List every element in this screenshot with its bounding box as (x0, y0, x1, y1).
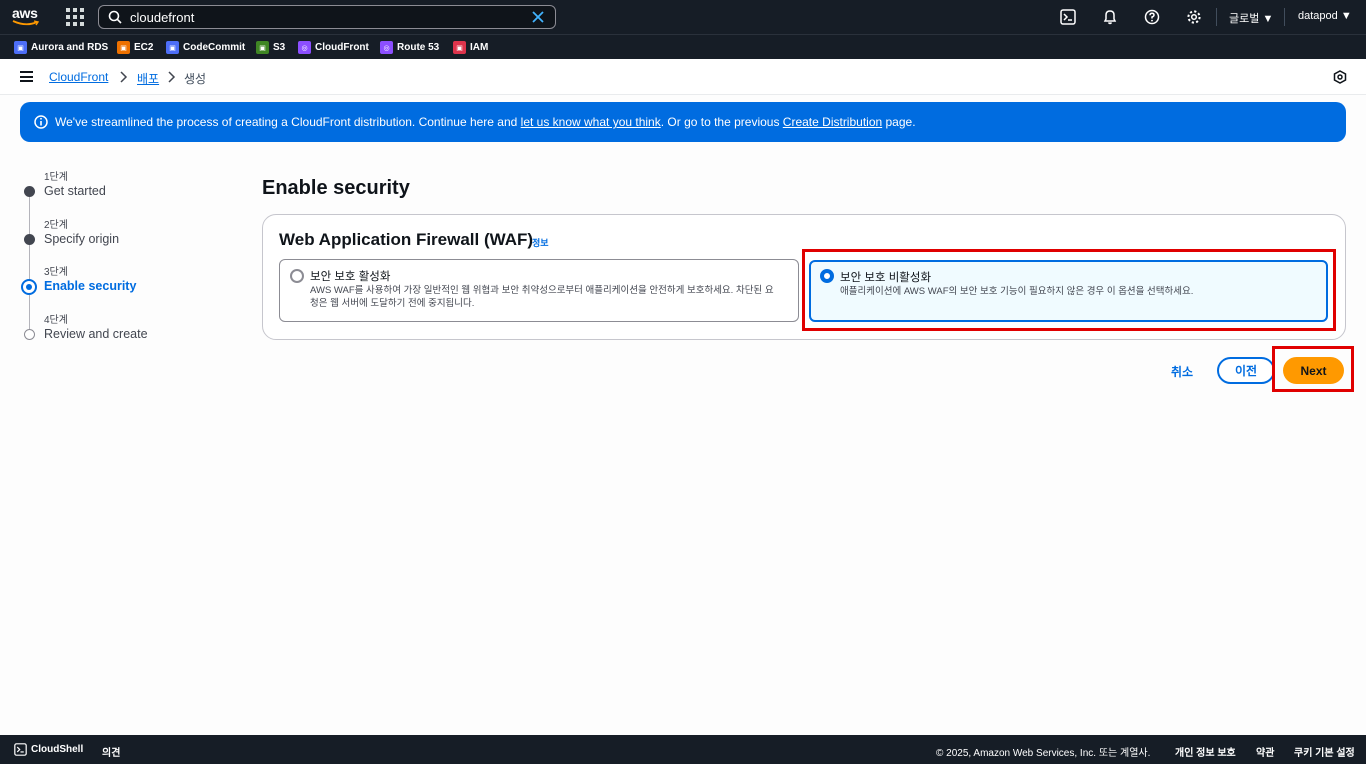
iam-icon: ▣ (453, 41, 466, 54)
radio-enable-protection[interactable] (290, 269, 304, 283)
account-menu[interactable]: datapod ▼ (1298, 10, 1352, 22)
search-value: cloudefront (130, 9, 195, 25)
step-specify-origin[interactable]: Specify origin (44, 232, 119, 246)
region-selector[interactable]: 글로벌 ▼ (1229, 10, 1273, 26)
feedback-link[interactable]: let us know what you think (521, 115, 661, 129)
aws-logo-text: aws (12, 5, 38, 21)
tools-panel-icon[interactable] (1333, 70, 1347, 84)
favorites-bar: ▣ Aurora and RDS ▣ EC2 ▣ CodeCommit ▣ S3 ◎ Cl… (0, 34, 1366, 59)
breadcrumb-distributions[interactable]: 배포 (137, 70, 159, 87)
chevron-right-icon (120, 71, 128, 83)
s3-icon: ▣ (256, 41, 269, 54)
ec2-icon: ▣ (117, 41, 130, 54)
waf-panel-title: Web Application Firewall (WAF) (279, 230, 534, 249)
favorite-item[interactable]: ▣ Aurora and RDS (14, 41, 108, 54)
caret-down-icon: ▼ (1262, 13, 1274, 25)
favorite-item[interactable]: ▣ CodeCommit (166, 41, 245, 54)
top-navigation: aws cloudefront 글로벌 ▼ datapod ▼ (0, 0, 1366, 34)
feedback-link[interactable]: 의견 (102, 744, 120, 759)
search-input[interactable]: cloudefront (98, 5, 556, 29)
favorite-label: Route 53 (397, 42, 440, 53)
option-enable-protection[interactable]: 보안 보호 활성화 AWS WAF를 사용하여 가장 일반적인 웹 위협과 보안… (279, 259, 799, 322)
help-icon[interactable] (1144, 9, 1160, 25)
highlight-annotation (1272, 346, 1354, 392)
footer: CloudShell 의견 © 2025, Amazon Web Service… (0, 735, 1366, 764)
favorite-label: IAM (470, 42, 489, 53)
step-number: 2단계 (44, 220, 68, 231)
terms-link[interactable]: 약관 (1256, 744, 1274, 759)
step-number: 1단계 (44, 172, 68, 183)
step-get-started[interactable]: Get started (44, 184, 106, 198)
option-description: AWS WAF를 사용하여 가장 일반적인 웹 위협과 보안 취약성으로부터 애… (310, 285, 774, 296)
highlight-annotation (802, 249, 1336, 331)
page-title: Enable security (262, 177, 410, 199)
banner-text-part: . Or go to the previous (660, 115, 783, 129)
step-indicator (24, 234, 35, 245)
cloudshell-link[interactable]: CloudShell (31, 744, 83, 755)
favorite-label: CodeCommit (183, 42, 246, 53)
option-description: 청은 웹 서버에 도달하기 전에 중지됩니다. (310, 298, 475, 309)
step-number: 3단계 (44, 267, 68, 278)
step-enable-security: Enable security (44, 279, 137, 293)
step-indicator (24, 186, 35, 197)
favorite-label: Aurora and RDS (31, 42, 109, 53)
services-grid-icon[interactable] (66, 8, 84, 26)
favorite-item[interactable]: ▣ IAM (453, 41, 488, 54)
banner-text-part: page. (882, 115, 916, 129)
favorite-item[interactable]: ▣ EC2 (117, 41, 153, 54)
info-link[interactable]: 정보 (532, 236, 549, 249)
previous-button[interactable]: 이전 (1217, 357, 1275, 384)
menu-hamburger-icon[interactable] (20, 71, 33, 82)
account-label: datapod (1298, 10, 1338, 22)
favorite-item[interactable]: ◎ CloudFront (298, 41, 369, 54)
step-indicator (24, 329, 35, 340)
caret-down-icon: ▼ (1340, 10, 1352, 22)
breadcrumb-bar: CloudFront 배포 생성 (0, 59, 1366, 95)
clear-search-icon[interactable] (531, 10, 545, 24)
cloudshell-icon (14, 743, 27, 756)
option-title: 보안 보호 활성화 (310, 271, 391, 283)
step-connector (29, 295, 30, 329)
create-distribution-link[interactable]: Create Distribution (783, 115, 882, 129)
privacy-link[interactable]: 개인 정보 보호 (1175, 744, 1236, 759)
step-indicator-active (21, 279, 37, 295)
step-review-and-create: Review and create (44, 327, 148, 341)
favorite-label: CloudFront (315, 42, 369, 53)
search-icon (108, 10, 122, 24)
rds-icon: ▣ (14, 41, 27, 54)
cookie-preferences-link[interactable]: 쿠키 기본 설정 (1294, 744, 1355, 759)
info-icon (34, 115, 48, 129)
breadcrumb-create: 생성 (184, 72, 207, 86)
banner-text-part: We've streamlined the process of creatin… (55, 115, 521, 129)
nav-divider (1216, 8, 1217, 26)
cloudfront-icon: ◎ (298, 41, 311, 54)
cancel-button[interactable]: 취소 (1171, 363, 1193, 380)
region-label: 글로벌 (1229, 13, 1260, 25)
banner-text: We've streamlined the process of creatin… (55, 115, 916, 129)
route53-icon: ◎ (380, 41, 393, 54)
nav-divider (1284, 8, 1285, 26)
copyright-text: © 2025, Amazon Web Services, Inc. 또는 계열사… (936, 748, 1151, 759)
notifications-bell-icon[interactable] (1102, 9, 1118, 25)
cloudshell-icon[interactable] (1060, 9, 1076, 25)
favorite-label: S3 (273, 42, 286, 53)
favorite-label: EC2 (134, 42, 154, 53)
step-connector (29, 245, 30, 281)
step-connector (29, 197, 30, 235)
chevron-right-icon (168, 71, 176, 83)
settings-gear-icon[interactable] (1186, 9, 1202, 25)
codecommit-icon: ▣ (166, 41, 179, 54)
favorite-item[interactable]: ▣ S3 (256, 41, 285, 54)
aws-logo[interactable]: aws (12, 6, 44, 28)
favorite-item[interactable]: ◎ Route 53 (380, 41, 439, 54)
step-number: 4단계 (44, 315, 68, 326)
breadcrumb-cloudfront[interactable]: CloudFront (49, 70, 108, 84)
info-banner: We've streamlined the process of creatin… (20, 102, 1346, 142)
